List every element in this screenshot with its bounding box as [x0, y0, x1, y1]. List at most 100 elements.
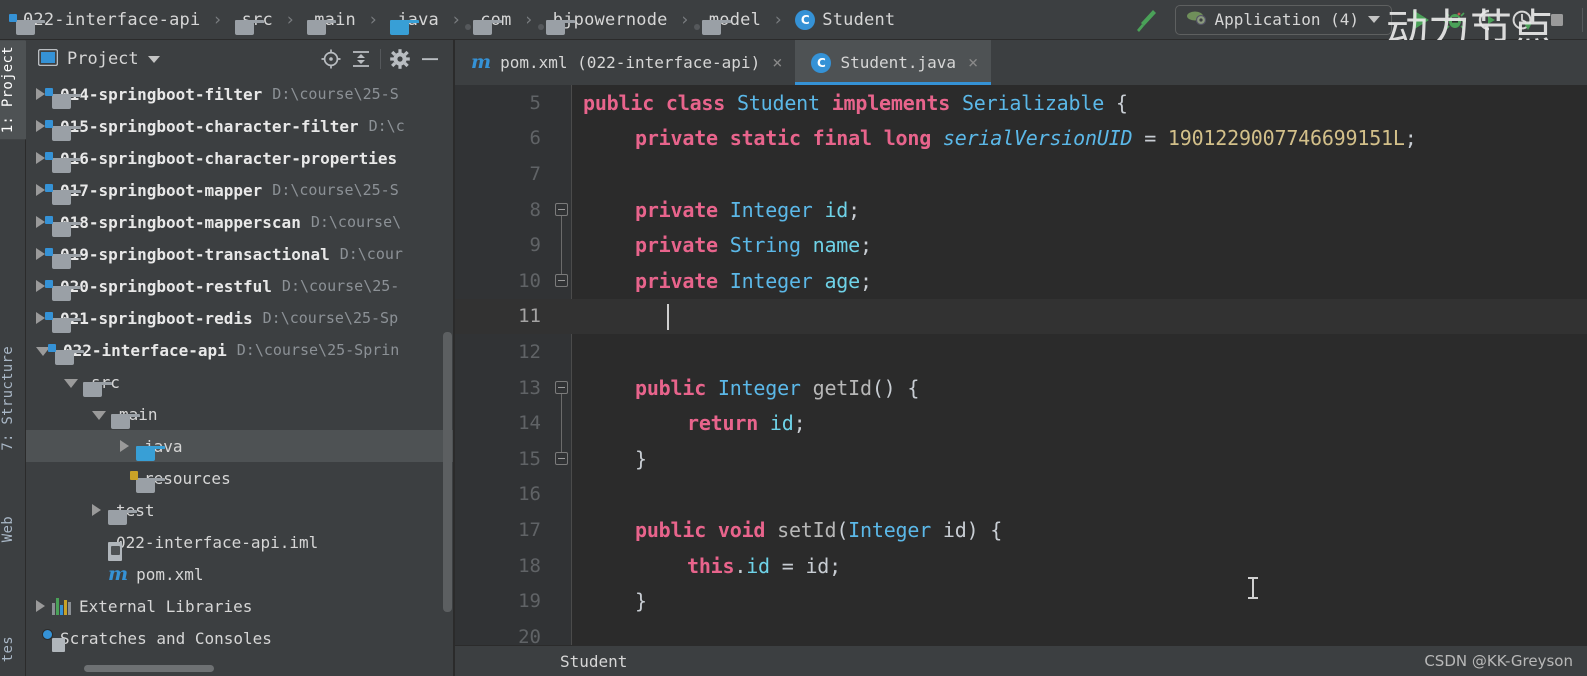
chevron-right-icon[interactable] — [36, 600, 45, 612]
breadcrumb-separator: › — [212, 9, 223, 30]
code-line: 8 private Integer id; — [455, 192, 1587, 228]
stop-button[interactable] — [1540, 3, 1574, 37]
breadcrumb-item-022-interface-api[interactable]: 022-interface-api — [9, 0, 202, 40]
code-editor[interactable]: 5 public class Student implements Seriali… — [455, 85, 1587, 645]
tree-row[interactable]: m pom.xml — [26, 558, 453, 590]
tree-row[interactable]: 022-interface-api D:\course\25-Sprin — [26, 334, 453, 366]
chevron-right-icon[interactable] — [92, 504, 101, 516]
tool-tab-1-project[interactable]: 1: Project — [0, 40, 26, 140]
code-line: 17 public void setId(Integer id) { — [455, 512, 1587, 548]
chevron-right-icon[interactable] — [36, 120, 45, 132]
maven-file-icon: m — [108, 562, 129, 585]
tool-tab-web[interactable]: Web — [0, 510, 26, 548]
hide-icon[interactable] — [415, 44, 445, 74]
tree-node-path: D:\course\25-S — [272, 85, 399, 103]
breadcrumb-separator: › — [284, 9, 296, 30]
chevron-right-icon[interactable] — [36, 152, 45, 164]
locate-icon[interactable] — [316, 44, 346, 74]
chevron-down-icon[interactable] — [92, 410, 106, 420]
tree-node-label: Scratches and Consoles — [60, 628, 272, 648]
chevron-down-icon[interactable] — [147, 55, 160, 63]
toolbar-actions: Application (4) — [1129, 3, 1587, 37]
line-number: 13 — [518, 376, 541, 399]
tree-node-path: D:\cour — [339, 245, 403, 263]
tree-row[interactable]: 016-springboot-character-properties — [26, 142, 453, 174]
close-icon[interactable]: × — [968, 53, 978, 73]
project-vertical-scrollbar[interactable] — [443, 332, 452, 612]
fold-end-icon[interactable] — [555, 452, 568, 465]
breadcrumb-item-java[interactable]: java — [388, 0, 441, 40]
debug-button[interactable] — [1438, 3, 1472, 37]
code-line: 9 private String name; — [455, 227, 1587, 263]
fold-collapse-icon[interactable] — [555, 202, 568, 216]
breadcrumb-item-src[interactable]: src — [233, 0, 275, 40]
breadcrumb-separator: › — [523, 9, 534, 30]
csdn-watermark: CSDN @KK-Greyson — [1424, 652, 1573, 670]
tree-row[interactable]: 020-springboot-restful D:\course\25- — [26, 270, 453, 302]
breadcrumb-item-com[interactable]: com — [465, 0, 513, 40]
fold-region-line — [561, 215, 562, 274]
tree-node-label: 020-springboot-restful — [60, 276, 272, 296]
collapse-all-icon[interactable] — [346, 44, 376, 74]
project-horizontal-scrollbar[interactable] — [84, 665, 214, 672]
code-line: 14 return id; — [455, 405, 1587, 441]
chevron-right-icon[interactable] — [36, 216, 45, 228]
tree-row[interactable]: 021-springboot-redis D:\course\25-Sp — [26, 302, 453, 334]
breadcrumb-separator: › — [773, 9, 784, 30]
hammer-icon[interactable] — [1129, 3, 1163, 37]
run-config-label: Application (4) — [1214, 10, 1360, 29]
chevron-right-icon[interactable] — [36, 312, 45, 324]
run-button[interactable] — [1404, 3, 1438, 37]
fold-end-icon[interactable] — [555, 274, 568, 287]
tool-tab-tes[interactable]: tes — [0, 630, 26, 668]
editor-tab-student-java[interactable]: C Student.java × — [795, 40, 992, 85]
breadcrumb-item-bjpowernode[interactable]: bjpowernode — [537, 0, 670, 40]
breadcrumb-item-model[interactable]: model — [693, 0, 763, 40]
run-with-coverage-button[interactable] — [1472, 3, 1506, 37]
gear-icon[interactable] — [385, 44, 415, 74]
fold-collapse-icon[interactable] — [555, 380, 568, 394]
mouse-text-cursor — [1248, 577, 1258, 599]
intellij-idea-window: 022-interface-api›src›main›java›com›bjpo… — [0, 0, 1587, 676]
breadcrumb-item-student[interactable]: C Student — [793, 0, 897, 40]
tree-node-label: 014-springboot-filter — [60, 84, 263, 104]
tree-row[interactable]: test — [26, 494, 453, 526]
chevron-right-icon[interactable] — [120, 440, 129, 452]
tree-row[interactable]: 018-springboot-mapperscan D:\course\ — [26, 206, 453, 238]
tree-row[interactable]: External Libraries — [26, 590, 453, 622]
tree-node-path: D:\c — [368, 117, 405, 135]
tree-row[interactable]: main — [26, 398, 453, 430]
class-icon: C — [811, 52, 832, 73]
project-panel-header: Project — [26, 40, 453, 78]
chevron-right-icon[interactable] — [36, 184, 45, 196]
tool-tab-7-structure[interactable]: 7: Structure — [0, 340, 26, 457]
project-panel-title: Project — [67, 49, 139, 69]
editor-tab-pom-xml[interactable]: m pom.xml (022-interface-api) × — [455, 40, 796, 85]
code-text: private String name; — [635, 233, 872, 258]
profile-button[interactable] — [1506, 3, 1540, 37]
tree-row[interactable]: Scratches and Consoles — [26, 622, 453, 654]
tree-row[interactable]: 022-interface-api.iml — [26, 526, 453, 561]
code-text: } — [635, 589, 647, 614]
chevron-right-icon[interactable] — [36, 88, 45, 100]
line-number: 12 — [518, 340, 541, 363]
tree-row[interactable]: 017-springboot-mapper D:\course\25-S — [26, 174, 453, 206]
tree-row[interactable]: 019-springboot-transactional D:\cour — [26, 238, 453, 270]
tree-node-label: pom.xml — [136, 564, 204, 584]
chevron-right-icon[interactable] — [36, 280, 45, 292]
tree-row[interactable]: resources — [26, 462, 453, 494]
tree-row[interactable]: java — [26, 430, 453, 462]
close-icon[interactable]: × — [772, 53, 782, 73]
run-configuration-selector[interactable]: Application (4) — [1174, 4, 1392, 35]
chevron-down-icon[interactable] — [64, 378, 78, 388]
code-lines: 5 public class Student implements Seriali… — [455, 85, 1587, 645]
tree-row[interactable]: 015-springboot-character-filter D:\c — [26, 110, 453, 142]
tree-row[interactable]: src — [26, 366, 453, 398]
line-number: 15 — [518, 447, 541, 470]
editor-tab-label: Student.java — [840, 53, 957, 72]
code-text: public void setId(Integer id) { — [635, 517, 1003, 542]
line-number: 10 — [518, 269, 541, 292]
tree-row[interactable]: 014-springboot-filter D:\course\25-S — [26, 78, 453, 110]
chevron-right-icon[interactable] — [36, 248, 45, 260]
breadcrumb-item-main[interactable]: main — [305, 0, 358, 40]
